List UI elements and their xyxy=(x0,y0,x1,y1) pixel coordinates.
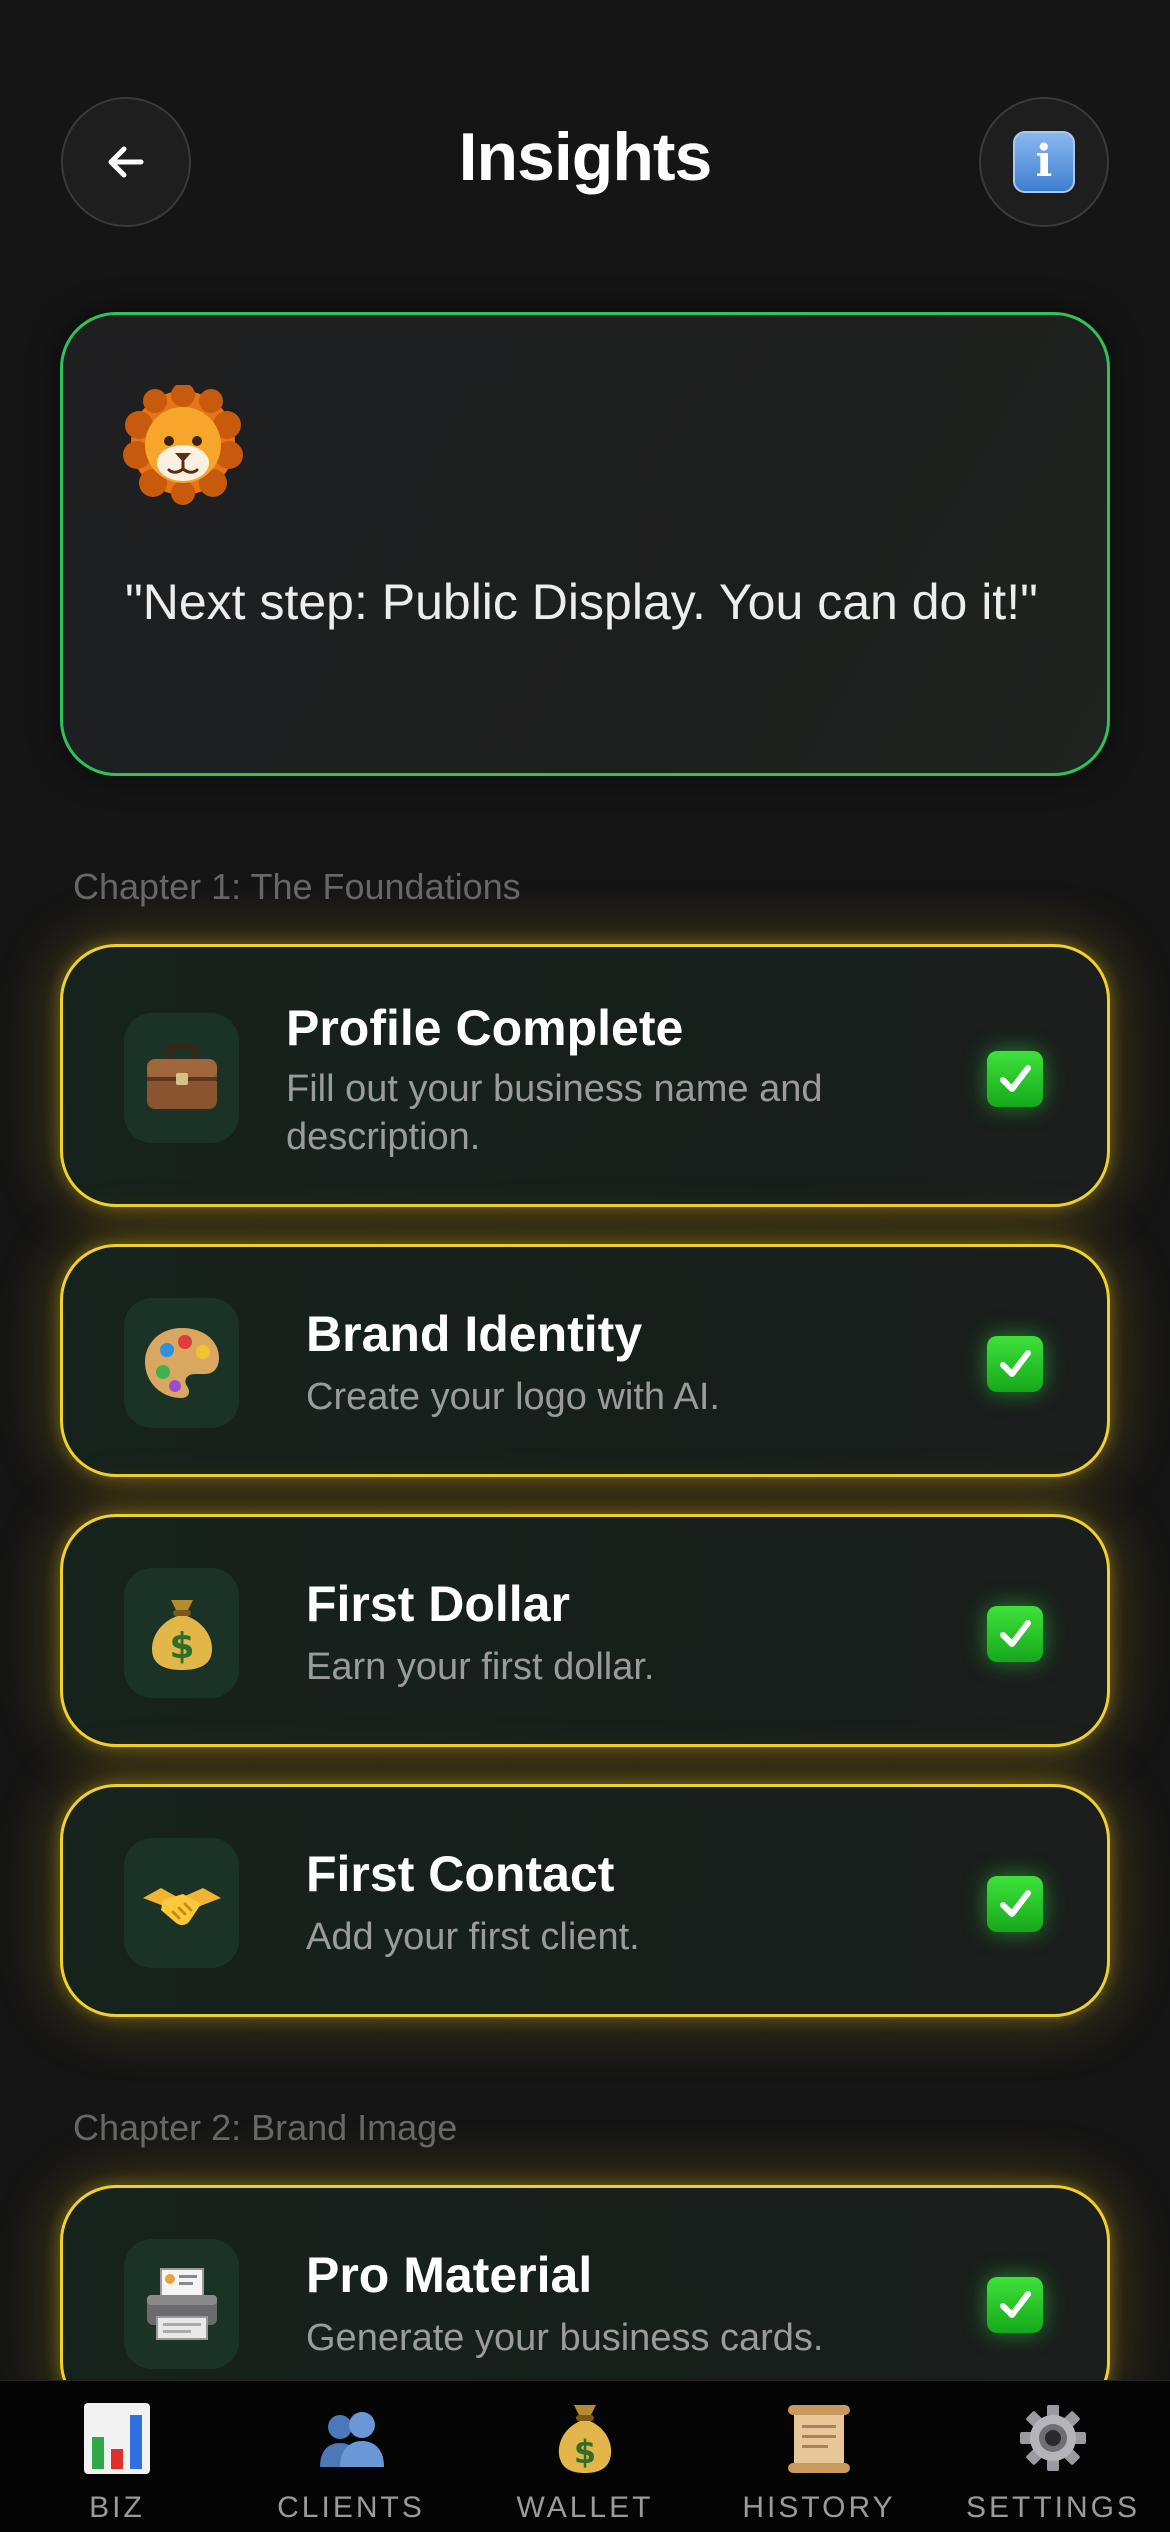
tab-label: WALLET xyxy=(516,2491,654,2524)
svg-text:$: $ xyxy=(169,1626,194,1667)
printer-icon xyxy=(146,2268,217,2340)
tab-settings[interactable]: SETTINGS xyxy=(936,2381,1170,2532)
achievement-description: Generate your business cards. xyxy=(306,2317,824,2359)
people-icon xyxy=(320,2412,384,2467)
checkmark-icon xyxy=(987,1051,1043,1107)
bar-chart-icon xyxy=(84,2403,150,2474)
achievement-description: Create your logo with AI. xyxy=(306,1376,720,1418)
svg-text:$: $ xyxy=(574,2433,596,2471)
achievement-card-brand-identity[interactable]: Brand Identity Create your logo with AI. xyxy=(60,1244,1110,1477)
checkmark-icon xyxy=(987,1606,1043,1662)
palette-icon xyxy=(144,1328,219,1398)
tab-label: SETTINGS xyxy=(965,2491,1140,2524)
tab-biz[interactable]: BIZ xyxy=(0,2381,234,2532)
achievement-title: Brand Identity xyxy=(306,1306,643,1362)
handshake-icon xyxy=(142,1888,221,1925)
info-button[interactable]: i xyxy=(979,97,1109,227)
bottom-tab-bar: BIZ CLIENTS $ WALLET HISTORY SETTINGS xyxy=(0,2380,1170,2532)
money-bag-icon: $ xyxy=(151,1600,212,1670)
gear-icon xyxy=(1020,2405,1086,2471)
chapter-label: Chapter 1: The Foundations xyxy=(73,866,521,907)
checkmark-icon xyxy=(987,2277,1043,2333)
achievement-description: Earn your first dollar. xyxy=(306,1646,655,1688)
achievement-card-profile-complete[interactable]: Profile Complete Fill out your business … xyxy=(60,944,1110,1207)
achievement-title: First Dollar xyxy=(306,1576,570,1632)
insights-screen: Insights i "Next step: Public Display. Y… xyxy=(0,0,1170,2532)
checkmark-icon xyxy=(987,1336,1043,1392)
lion-mascot-icon xyxy=(123,385,243,505)
achievement-title: First Contact xyxy=(306,1846,615,1902)
achievement-title: Pro Material xyxy=(306,2247,593,2303)
briefcase-icon xyxy=(146,1044,217,1109)
achievement-card-first-contact[interactable]: First Contact Add your first client. xyxy=(60,1784,1110,2017)
achievement-description: Fill out your business name and descript… xyxy=(286,1068,823,1158)
chapter-label: Chapter 2: Brand Image xyxy=(73,2107,458,2148)
mascot-quote: "Next step: Public Display. You can do i… xyxy=(125,574,1038,630)
tab-label: BIZ xyxy=(89,2491,145,2524)
achievement-card-first-dollar[interactable]: $ First Dollar Earn your first dollar. xyxy=(60,1514,1110,1747)
achievement-title: Profile Complete xyxy=(286,1000,684,1056)
info-icon: i xyxy=(1013,131,1075,193)
money-bag-icon: $ xyxy=(558,2405,612,2473)
checkmark-icon xyxy=(987,1876,1043,1932)
tab-wallet[interactable]: $ WALLET xyxy=(468,2381,702,2532)
tab-history[interactable]: HISTORY xyxy=(702,2381,936,2532)
tab-clients[interactable]: CLIENTS xyxy=(234,2381,468,2532)
tab-label: CLIENTS xyxy=(277,2491,425,2524)
tab-label: HISTORY xyxy=(742,2491,896,2524)
mascot-message-card: "Next step: Public Display. You can do i… xyxy=(60,312,1110,776)
achievement-description: Add your first client. xyxy=(306,1916,640,1958)
scroll-icon xyxy=(788,2405,850,2473)
